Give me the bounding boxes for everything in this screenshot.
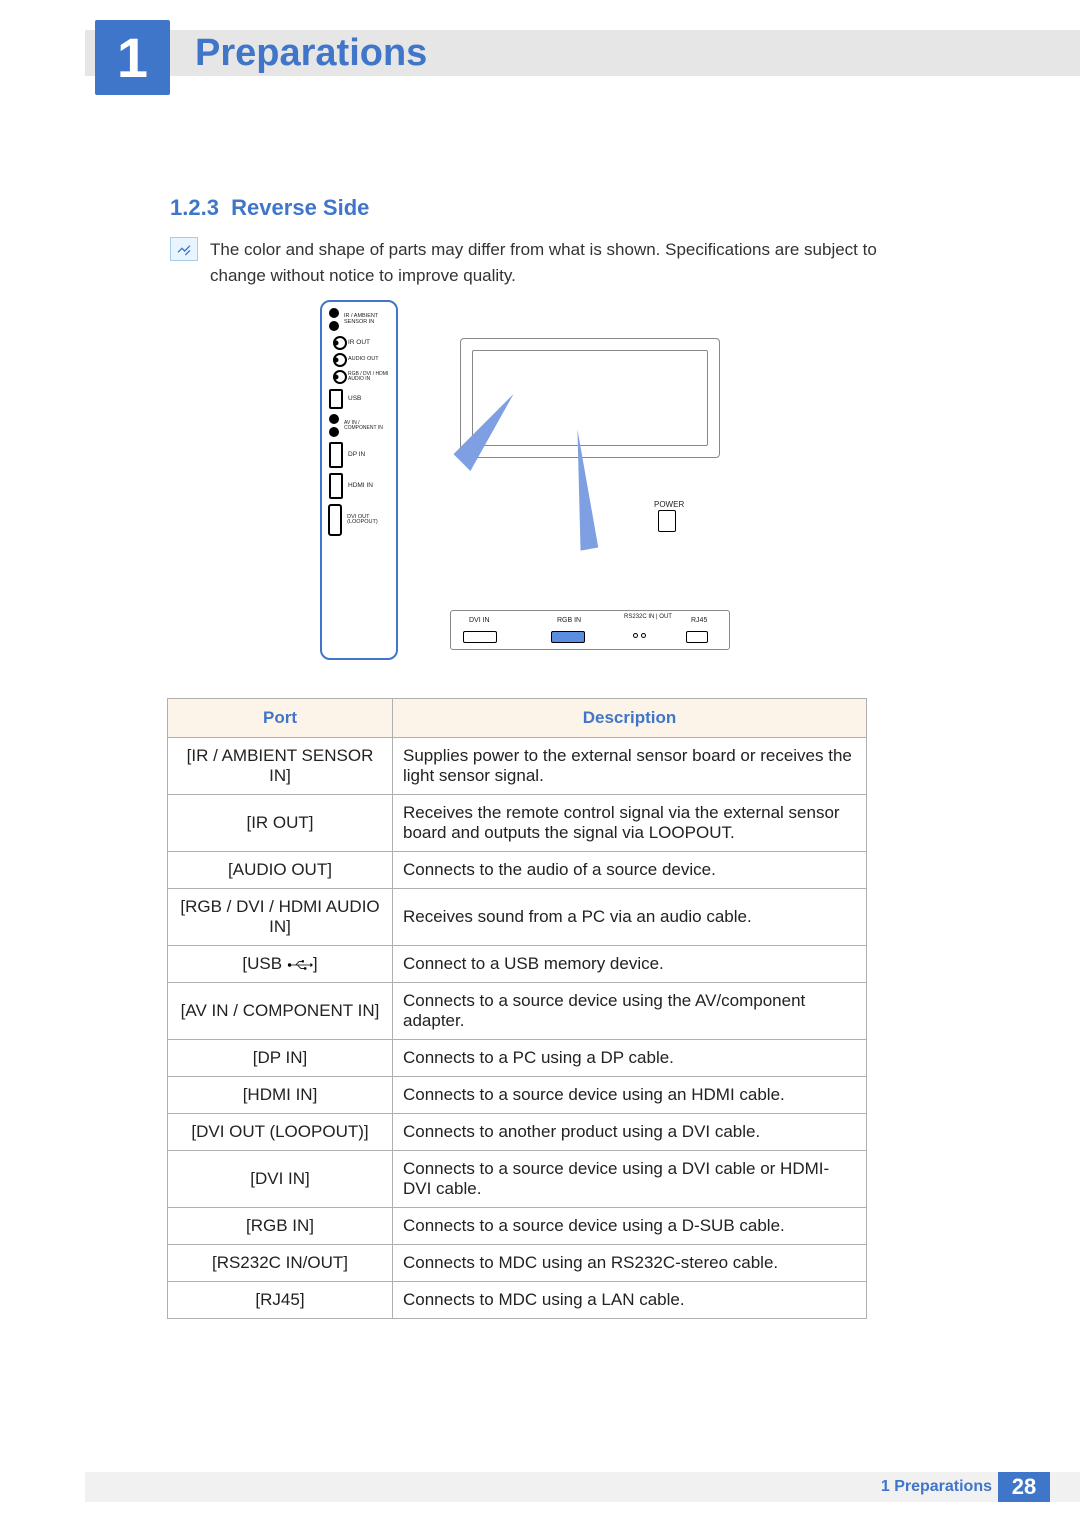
table-row: [DVI IN]Connects to a source device usin…	[168, 1151, 867, 1208]
description-cell: Connects to MDC using a LAN cable.	[393, 1282, 867, 1319]
note-icon	[170, 237, 198, 261]
chapter-title: Preparations	[195, 32, 427, 75]
reverse-side-diagram: IR / AMBIENT SENSOR IN IR OUT AUDIO OUT …	[320, 300, 720, 670]
footer-page-number: 28	[998, 1472, 1050, 1502]
usb-icon	[287, 954, 313, 973]
port-cell: [USB ]	[168, 946, 393, 983]
description-cell: Connects to the audio of a source device…	[393, 852, 867, 889]
description-cell: Receives the remote control signal via t…	[393, 795, 867, 852]
port-label: IR / AMBIENT SENSOR IN	[344, 314, 393, 325]
description-cell: Connects to a source device using a DVI …	[393, 1151, 867, 1208]
chapter-number: 1	[117, 25, 148, 90]
description-cell: Connects to MDC using an RS232C-stereo c…	[393, 1245, 867, 1282]
port-label: RGB / DVI / HDMI AUDIO IN	[348, 372, 393, 382]
port-cell: [DVI IN]	[168, 1151, 393, 1208]
port-cell: [DVI OUT (LOOPOUT)]	[168, 1114, 393, 1151]
port-cell: [DP IN]	[168, 1040, 393, 1077]
table-row: [RJ45]Connects to MDC using a LAN cable.	[168, 1282, 867, 1319]
table-row: [AV IN / COMPONENT IN]Connects to a sour…	[168, 983, 867, 1040]
port-label: AUDIO OUT	[348, 357, 379, 363]
table-row: [USB ]Connect to a USB memory device.	[168, 946, 867, 983]
port-label: DVI IN	[469, 617, 490, 624]
port-cell: [RJ45]	[168, 1282, 393, 1319]
page-number: 28	[1012, 1474, 1036, 1500]
description-cell: Connects to a source device using a D-SU…	[393, 1208, 867, 1245]
page: 1 Preparations 1.2.3 Reverse Side The co…	[0, 0, 1080, 1527]
table-row: [RGB IN]Connects to a source device usin…	[168, 1208, 867, 1245]
power-port	[658, 510, 676, 532]
description-cell: Connects to a PC using a DP cable.	[393, 1040, 867, 1077]
table-header-port: Port	[168, 699, 393, 738]
note-text: The color and shape of parts may differ …	[210, 237, 930, 290]
chapter-number-box: 1	[95, 20, 170, 95]
section-title: Reverse Side	[231, 195, 369, 220]
table-row: [IR / AMBIENT SENSOR IN]Supplies power t…	[168, 738, 867, 795]
port-cell: [IR OUT]	[168, 795, 393, 852]
port-cell: [AV IN / COMPONENT IN]	[168, 983, 393, 1040]
table-row: [AUDIO OUT]Connects to the audio of a so…	[168, 852, 867, 889]
port-label: DP IN	[348, 452, 365, 459]
description-cell: Receives sound from a PC via an audio ca…	[393, 889, 867, 946]
power-label: POWER	[654, 500, 684, 509]
port-label: RS232C IN | OUT	[623, 614, 673, 620]
port-label: RGB IN	[557, 617, 581, 624]
port-label: USB	[348, 396, 361, 403]
port-label: RJ45	[691, 617, 707, 624]
footer-text: 1 Preparations	[881, 1478, 992, 1496]
table-row: [DP IN]Connects to a PC using a DP cable…	[168, 1040, 867, 1077]
description-cell: Connects to another product using a DVI …	[393, 1114, 867, 1151]
port-cell: [RGB IN]	[168, 1208, 393, 1245]
port-cell: [AUDIO OUT]	[168, 852, 393, 889]
port-label: HDMI IN	[348, 483, 373, 490]
description-cell: Connects to a source device using an HDM…	[393, 1077, 867, 1114]
description-cell: Supplies power to the external sensor bo…	[393, 738, 867, 795]
table-header-description: Description	[393, 699, 867, 738]
port-cell: [RS232C IN/OUT]	[168, 1245, 393, 1282]
description-cell: Connects to a source device using the AV…	[393, 983, 867, 1040]
table-row: [IR OUT]Receives the remote control sign…	[168, 795, 867, 852]
table-row: [RGB / DVI / HDMI AUDIO IN]Receives soun…	[168, 889, 867, 946]
ports-table: Port Description [IR / AMBIENT SENSOR IN…	[167, 698, 867, 1319]
table-row: [HDMI IN]Connects to a source device usi…	[168, 1077, 867, 1114]
port-cell: [RGB / DVI / HDMI AUDIO IN]	[168, 889, 393, 946]
port-label: IR OUT	[348, 340, 370, 347]
bottom-port-panel: DVI IN RGB IN RS232C IN | OUT RJ45	[450, 610, 730, 650]
port-label: DVI OUT (LOOPOUT)	[347, 515, 393, 526]
side-port-panel: IR / AMBIENT SENSOR IN IR OUT AUDIO OUT …	[320, 300, 398, 660]
description-cell: Connect to a USB memory device.	[393, 946, 867, 983]
port-label: AV IN / COMPONENT IN	[344, 421, 393, 431]
port-cell: [HDMI IN]	[168, 1077, 393, 1114]
section-number: 1.2.3	[170, 195, 219, 220]
section-heading: 1.2.3 Reverse Side	[170, 195, 369, 221]
port-cell: [IR / AMBIENT SENSOR IN]	[168, 738, 393, 795]
table-row: [DVI OUT (LOOPOUT)]Connects to another p…	[168, 1114, 867, 1151]
table-row: [RS232C IN/OUT]Connects to MDC using an …	[168, 1245, 867, 1282]
